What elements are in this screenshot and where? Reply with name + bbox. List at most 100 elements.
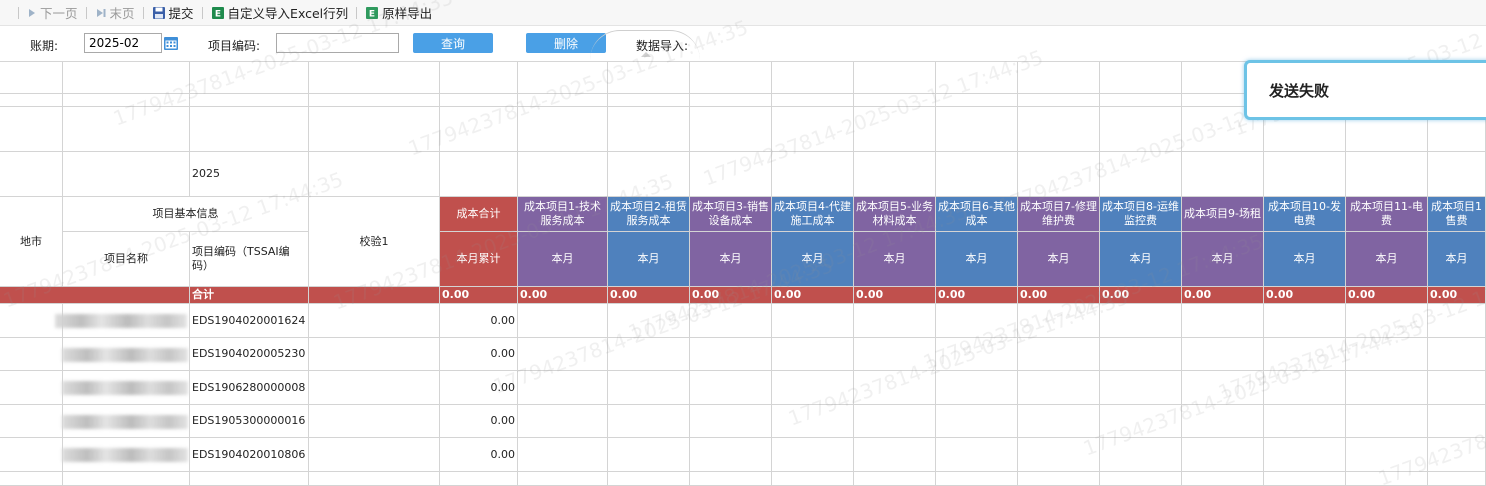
check-cell <box>309 438 440 472</box>
save-icon <box>152 6 165 19</box>
header-blank-cell <box>518 62 608 94</box>
cost-item-cell[interactable] <box>608 304 690 338</box>
cost-item-cell[interactable] <box>1182 438 1264 472</box>
cost-item-cell[interactable] <box>608 438 690 472</box>
cost-item-cell[interactable] <box>518 304 608 338</box>
cost-item-cell[interactable] <box>1182 371 1264 405</box>
cost-item-cell[interactable] <box>1264 438 1346 472</box>
cost-item-cell[interactable] <box>936 438 1018 472</box>
cost-item-cell[interactable] <box>854 371 936 405</box>
cost-item-cell[interactable] <box>1018 304 1100 338</box>
cost-item-cell[interactable] <box>1346 371 1428 405</box>
cost-item-cell[interactable] <box>1264 338 1346 371</box>
cost-item-cell[interactable] <box>936 371 1018 405</box>
table-cell-partial <box>690 472 772 486</box>
cost-item-cell[interactable] <box>936 304 1018 338</box>
cost-item-cell[interactable] <box>936 338 1018 371</box>
cost-item-cell[interactable] <box>1428 304 1486 338</box>
header-blank-cell <box>1100 94 1182 107</box>
check-cell <box>309 304 440 338</box>
period-input[interactable] <box>84 33 162 53</box>
header-blank-cell <box>690 152 772 197</box>
table-cell-partial <box>1264 472 1346 486</box>
cost-item-cell[interactable] <box>518 438 608 472</box>
col-subheader-cost-item: 本月 <box>1100 232 1182 287</box>
cost-item-cell[interactable] <box>1100 438 1182 472</box>
cost-item-cell[interactable] <box>854 438 936 472</box>
delete-button[interactable]: 删除 <box>526 33 606 53</box>
cost-item-cell[interactable] <box>772 304 854 338</box>
cost-item-cell[interactable] <box>1018 438 1100 472</box>
cost-item-cell[interactable] <box>518 371 608 405</box>
query-button[interactable]: 查询 <box>413 33 493 53</box>
cost-item-cell[interactable] <box>1018 405 1100 438</box>
cost-item-cell[interactable] <box>1100 405 1182 438</box>
col-header-cost-item: 成本项目1-技术服务成本 <box>518 197 608 232</box>
toolbar-divider <box>356 6 358 19</box>
cost-item-cell[interactable] <box>1264 405 1346 438</box>
cost-item-cell[interactable] <box>854 405 936 438</box>
cost-item-cell[interactable] <box>772 438 854 472</box>
cost-item-cell[interactable] <box>1018 371 1100 405</box>
submit-button[interactable]: 提交 <box>152 3 194 22</box>
cost-item-cell[interactable] <box>608 405 690 438</box>
cost-item-cell[interactable] <box>1100 304 1182 338</box>
cost-item-cell[interactable] <box>1428 371 1486 405</box>
cost-item-cell[interactable] <box>1346 304 1428 338</box>
calendar-button[interactable] <box>162 33 180 53</box>
table-cell-partial <box>1182 472 1264 486</box>
cost-item-cell[interactable] <box>690 304 772 338</box>
excel-export-icon: E <box>366 6 379 19</box>
cost-item-cell[interactable] <box>608 371 690 405</box>
cost-item-cell[interactable] <box>1264 371 1346 405</box>
cost-item-cell[interactable] <box>1018 338 1100 371</box>
cost-item-cell[interactable] <box>608 338 690 371</box>
cost-item-cell[interactable] <box>772 338 854 371</box>
cost-item-cell[interactable] <box>690 405 772 438</box>
last-page-button[interactable]: 末页 <box>95 3 135 22</box>
header-blank-cell <box>772 62 854 94</box>
cost-item-cell[interactable] <box>690 438 772 472</box>
col-header-cost-item: 成本项目9-场租 <box>1182 197 1264 232</box>
cost-total-cell: 0.00 <box>440 304 518 338</box>
project-code-input[interactable] <box>276 33 399 53</box>
custom-import-excel-button[interactable]: E 自定义导入Excel行列 <box>211 3 348 22</box>
cost-item-cell[interactable] <box>1100 338 1182 371</box>
cost-item-cell[interactable] <box>1264 304 1346 338</box>
cost-item-cell[interactable] <box>1428 405 1486 438</box>
cost-item-cell[interactable] <box>1346 405 1428 438</box>
header-blank-cell <box>772 107 854 152</box>
cost-item-cell[interactable] <box>1346 438 1428 472</box>
table-cell-partial <box>0 472 63 486</box>
cost-item-cell[interactable] <box>1428 338 1486 371</box>
cost-item-cell[interactable] <box>772 371 854 405</box>
cost-item-cell[interactable] <box>518 338 608 371</box>
table-cell-partial <box>440 472 518 486</box>
total-row-cost-item: 0.00 <box>854 287 936 304</box>
cost-item-cell[interactable] <box>690 371 772 405</box>
cost-item-cell[interactable] <box>854 304 936 338</box>
col-header-project-name: 项目名称 <box>63 232 190 287</box>
header-blank-cell <box>1018 62 1100 94</box>
export-raw-button[interactable]: E 原样导出 <box>365 3 432 22</box>
header-blank-cell <box>0 107 63 152</box>
cost-item-cell[interactable] <box>854 338 936 371</box>
cost-item-cell[interactable] <box>1182 338 1264 371</box>
cost-item-cell[interactable] <box>1346 338 1428 371</box>
total-row-cost-item: 0.00 <box>1428 287 1486 304</box>
header-blank-cell <box>63 94 190 107</box>
cost-item-cell[interactable] <box>518 405 608 438</box>
cost-item-cell[interactable] <box>1100 371 1182 405</box>
next-page-button[interactable]: 下一页 <box>27 3 78 22</box>
header-blank-cell <box>309 107 440 152</box>
cost-item-cell[interactable] <box>1182 304 1264 338</box>
total-row-cost-item: 0.00 <box>1100 287 1182 304</box>
cost-item-cell[interactable] <box>1182 405 1264 438</box>
header-blank-cell <box>690 94 772 107</box>
header-blank-cell <box>854 62 936 94</box>
cost-item-cell[interactable] <box>936 405 1018 438</box>
cost-item-cell[interactable] <box>690 338 772 371</box>
cost-item-cell[interactable] <box>772 405 854 438</box>
cost-item-cell[interactable] <box>1428 438 1486 472</box>
col-subheader-cost-total: 本月累计 <box>440 232 518 287</box>
